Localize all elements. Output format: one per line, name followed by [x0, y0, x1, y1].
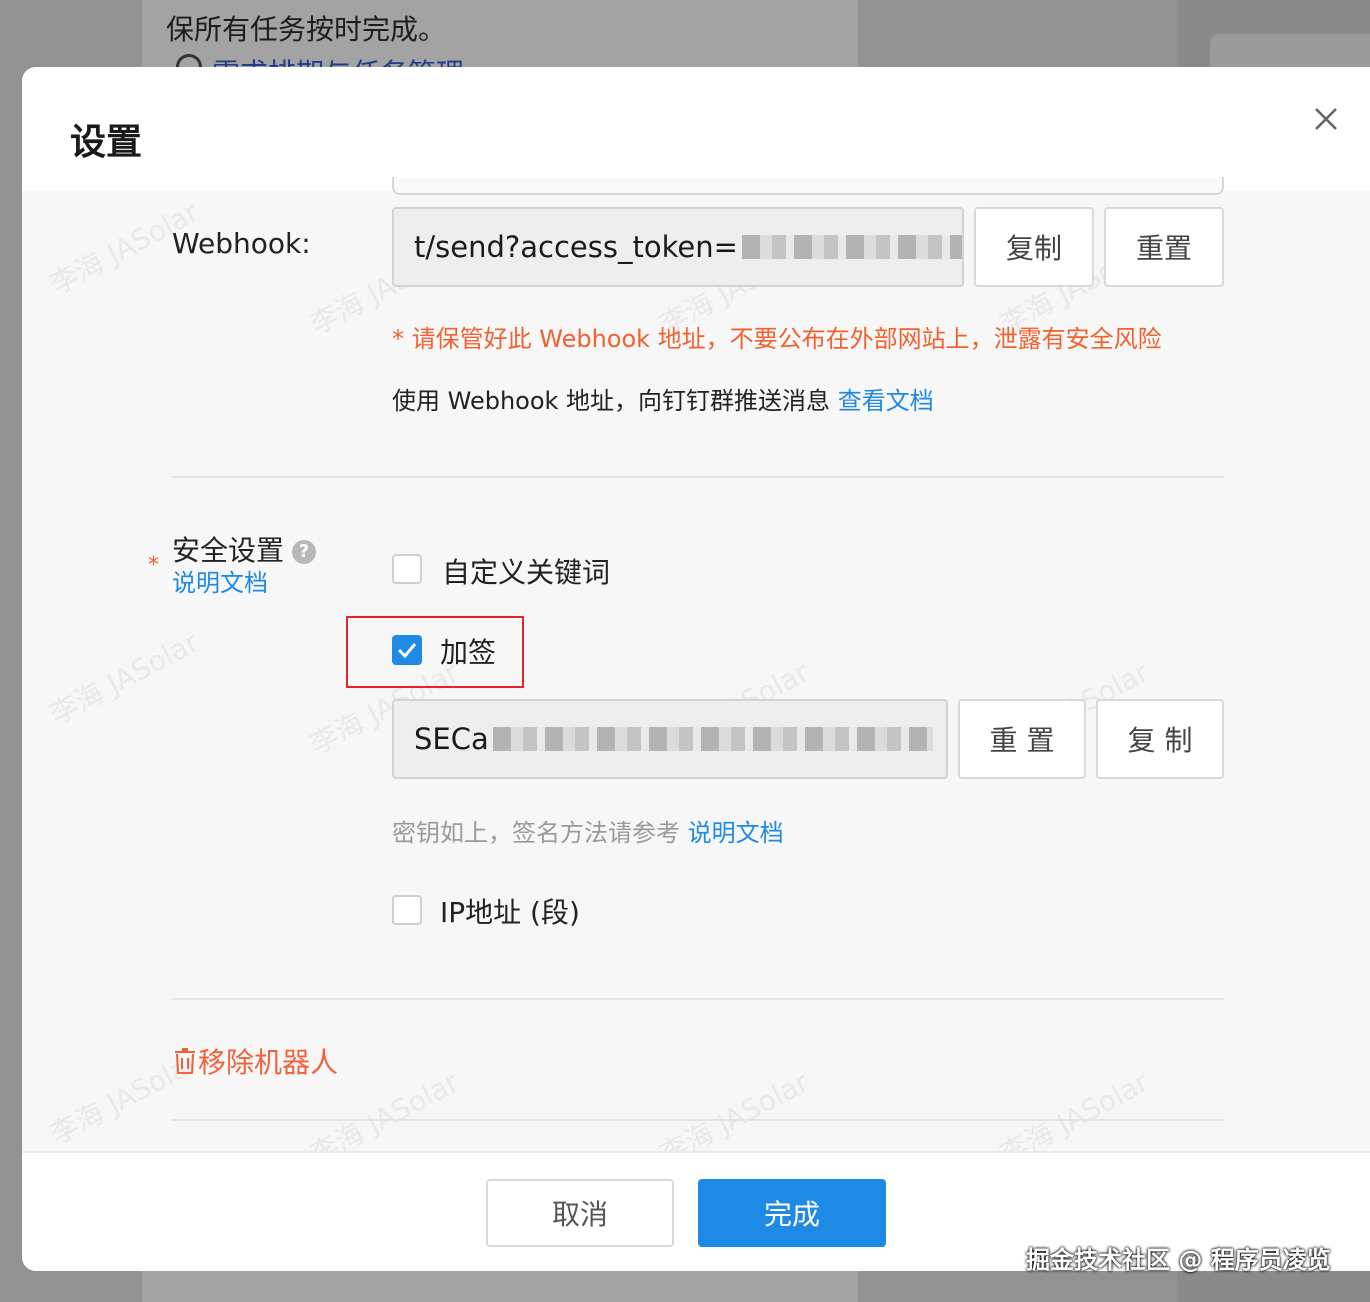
- webhook-reset-button[interactable]: 重置: [1104, 207, 1224, 287]
- credit-watermark: 掘金技术社区 @ 程序员凌览: [1026, 1246, 1331, 1274]
- question-circle-icon[interactable]: ?: [292, 540, 317, 564]
- keyword-label: 自定义关键词: [442, 556, 611, 589]
- trash-icon: [175, 1048, 195, 1074]
- ip-checkbox[interactable]: [392, 895, 422, 925]
- remove-robot-label: 移除机器人: [198, 1046, 339, 1079]
- required-marker: *: [148, 553, 159, 578]
- ip-label: IP地址 (段): [440, 896, 580, 929]
- webhook-label: Webhook:: [172, 227, 311, 260]
- secret-hint: 密钥如上，签名方法请参考 说明文档: [392, 813, 784, 848]
- webhook-info-text: 使用 Webhook 地址，向钉钉群推送消息: [392, 387, 831, 415]
- sign-docs-link[interactable]: 说明文档: [688, 819, 784, 847]
- done-button[interactable]: 完成: [698, 1179, 886, 1247]
- divider: [172, 476, 1224, 478]
- webhook-copy-button[interactable]: 复制: [974, 207, 1094, 287]
- remove-robot-button[interactable]: 移除机器人: [172, 1041, 338, 1081]
- checkmark-icon: [397, 643, 417, 659]
- secret-reset-button[interactable]: 重 置: [958, 699, 1086, 779]
- settings-modal: 李海 JASolar 李海 JASolar 李海 JASolar 李海 JASo…: [22, 67, 1370, 1271]
- close-icon[interactable]: [1308, 101, 1344, 137]
- redacted-secret: [492, 727, 933, 751]
- modal-title: 设置: [70, 122, 143, 163]
- modal-header: 设置: [22, 67, 1370, 191]
- keyword-checkbox[interactable]: [392, 554, 422, 584]
- webhook-url-field[interactable]: t/send?access_token=: [392, 207, 964, 287]
- watermark: 李海 JASolar: [44, 625, 205, 732]
- secret-hint-text: 密钥如上，签名方法请参考: [392, 819, 680, 847]
- highlight-frame: [346, 616, 524, 688]
- secret-copy-button[interactable]: 复 制: [1096, 699, 1224, 779]
- secret-text: SECa: [414, 722, 489, 756]
- view-docs-link[interactable]: 查看文档: [838, 387, 934, 415]
- sign-checkbox[interactable]: [392, 635, 422, 665]
- redacted-token: [741, 235, 962, 259]
- divider: [172, 998, 1224, 1000]
- cancel-button[interactable]: 取消: [486, 1179, 674, 1247]
- webhook-warning: * 请保管好此 Webhook 地址，不要公布在外部网站上，泄露有安全风险: [392, 325, 1162, 353]
- security-docs-link[interactable]: 说明文档: [172, 563, 268, 598]
- divider: [172, 1119, 1224, 1121]
- webhook-url-text: t/send?access_token=: [414, 230, 738, 264]
- webhook-info: 使用 Webhook 地址，向钉钉群推送消息 查看文档: [392, 381, 934, 416]
- previous-input-edge: [392, 177, 1224, 195]
- background-text: 保所有任务按时完成。: [166, 13, 447, 46]
- secret-field[interactable]: SECa: [392, 699, 948, 779]
- sign-label: 加签: [440, 636, 497, 669]
